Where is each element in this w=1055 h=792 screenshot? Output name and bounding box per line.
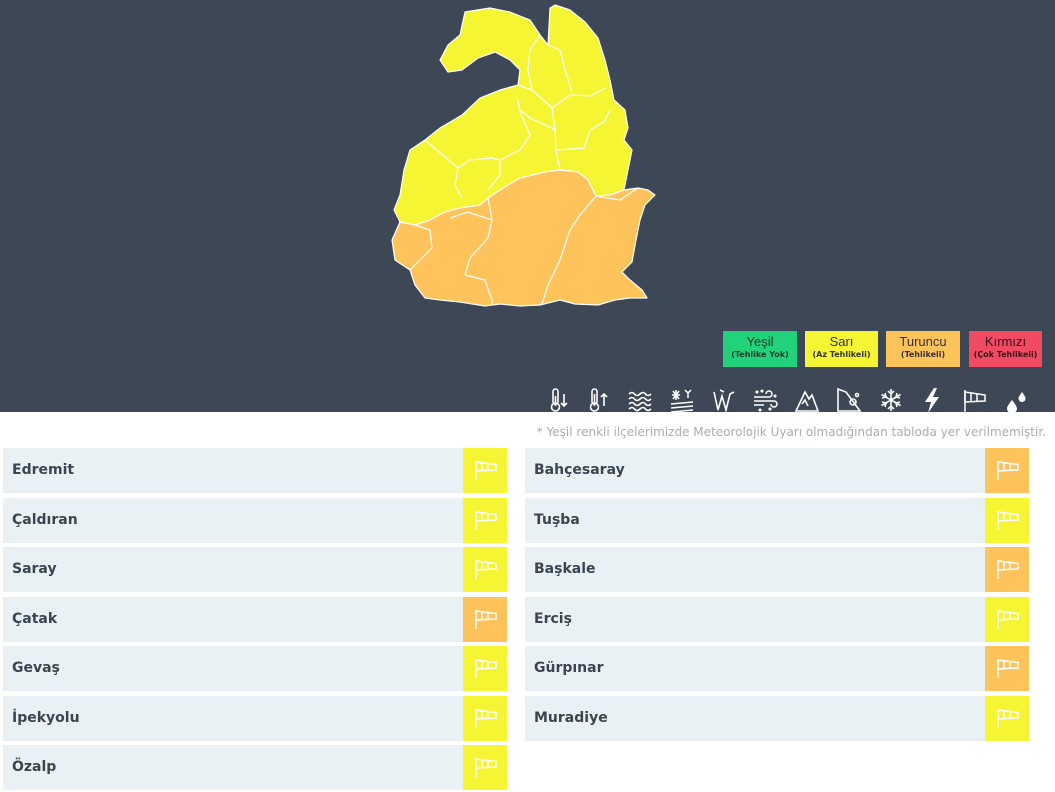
table-row[interactable]: Bahçesaray (525, 448, 1029, 493)
table-row[interactable]: Tuşba (525, 498, 1029, 543)
snow-icon[interactable] (878, 386, 904, 414)
warning-level-badge (463, 448, 507, 493)
cold-temperature-icon[interactable] (545, 386, 571, 414)
warning-level-badge (463, 547, 507, 592)
warning-level-badge (463, 745, 507, 790)
district-name: Erciş (534, 611, 572, 627)
rain-icon[interactable] (1003, 386, 1029, 414)
warning-level-badge (463, 498, 507, 543)
frost-icon[interactable] (669, 386, 695, 414)
table-row[interactable]: Çaldıran (3, 498, 507, 543)
lightning-icon[interactable] (919, 386, 945, 414)
warning-level-badge (985, 547, 1029, 592)
legend-red-sub: (Çok Tehlikeli) (973, 350, 1038, 359)
district-name: Bahçesaray (534, 462, 625, 478)
legend-red[interactable]: Kırmızı (Çok Tehlikeli) (969, 331, 1042, 367)
district-name: Çatak (12, 611, 58, 627)
warning-level-badge (985, 448, 1029, 493)
warning-level-badge (463, 646, 507, 691)
district-name: İpekyolu (12, 710, 80, 726)
legend-orange-label: Turuncu (899, 334, 947, 349)
avalanche-icon[interactable] (711, 386, 737, 414)
legend-green-sub: (Tehlike Yok) (731, 350, 789, 359)
district-name: Tuşba (534, 512, 580, 528)
table-row[interactable]: İpekyolu (3, 696, 507, 741)
district-name: Gürpınar (534, 660, 604, 676)
table-row[interactable]: Gevaş (3, 646, 507, 691)
table-row[interactable]: Gürpınar (525, 646, 1029, 691)
legend-green[interactable]: Yeşil (Tehlike Yok) (723, 331, 797, 367)
district-name: Edremit (12, 462, 75, 478)
legend-orange-sub: (Tehlikeli) (900, 350, 946, 359)
district-name: Gevaş (12, 660, 60, 676)
warning-level-badge (985, 646, 1029, 691)
info-note: * Yeşil renkli ilçelerimizde Meteoroloji… (536, 425, 1046, 439)
fog-icon[interactable] (627, 386, 653, 414)
legend-red-label: Kırmızı (984, 334, 1027, 349)
table-row[interactable]: Başkale (525, 547, 1029, 592)
district-name: Çaldıran (12, 512, 78, 528)
legend-yellow-label: Sarı (829, 334, 854, 349)
warning-level-badge (985, 498, 1029, 543)
district-name: Başkale (534, 561, 596, 577)
district-name: Özalp (12, 759, 57, 775)
table-row[interactable]: Erciş (525, 597, 1029, 642)
table-row[interactable]: Muradiye (525, 696, 1029, 741)
warning-level-badge (463, 597, 507, 642)
wind-icon[interactable] (961, 386, 987, 414)
map-panel: Yeşil (Tehlike Yok) Sarı (Az Tehlikeli) … (0, 0, 1055, 414)
table-row[interactable]: Çatak (3, 597, 507, 642)
district-name: Saray (12, 561, 57, 577)
legend-green-label: Yeşil (746, 334, 774, 349)
dust-storm-icon[interactable] (752, 386, 778, 414)
district-name: Muradiye (534, 710, 608, 726)
legend-orange[interactable]: Turuncu (Tehlikeli) (886, 331, 960, 367)
warning-level-badge (985, 597, 1029, 642)
table-row[interactable]: Edremit (3, 448, 507, 493)
table-row[interactable]: Özalp (3, 745, 507, 790)
warning-level-badge (463, 696, 507, 741)
table-row[interactable]: Saray (3, 547, 507, 592)
landslide-icon[interactable] (836, 386, 862, 414)
legend-yellow[interactable]: Sarı (Az Tehlikeli) (805, 331, 878, 367)
hot-temperature-icon[interactable] (586, 386, 612, 414)
snow-melt-avalanche-icon[interactable] (794, 386, 820, 414)
warning-level-badge (985, 696, 1029, 741)
legend-yellow-sub: (Az Tehlikeli) (812, 350, 871, 359)
